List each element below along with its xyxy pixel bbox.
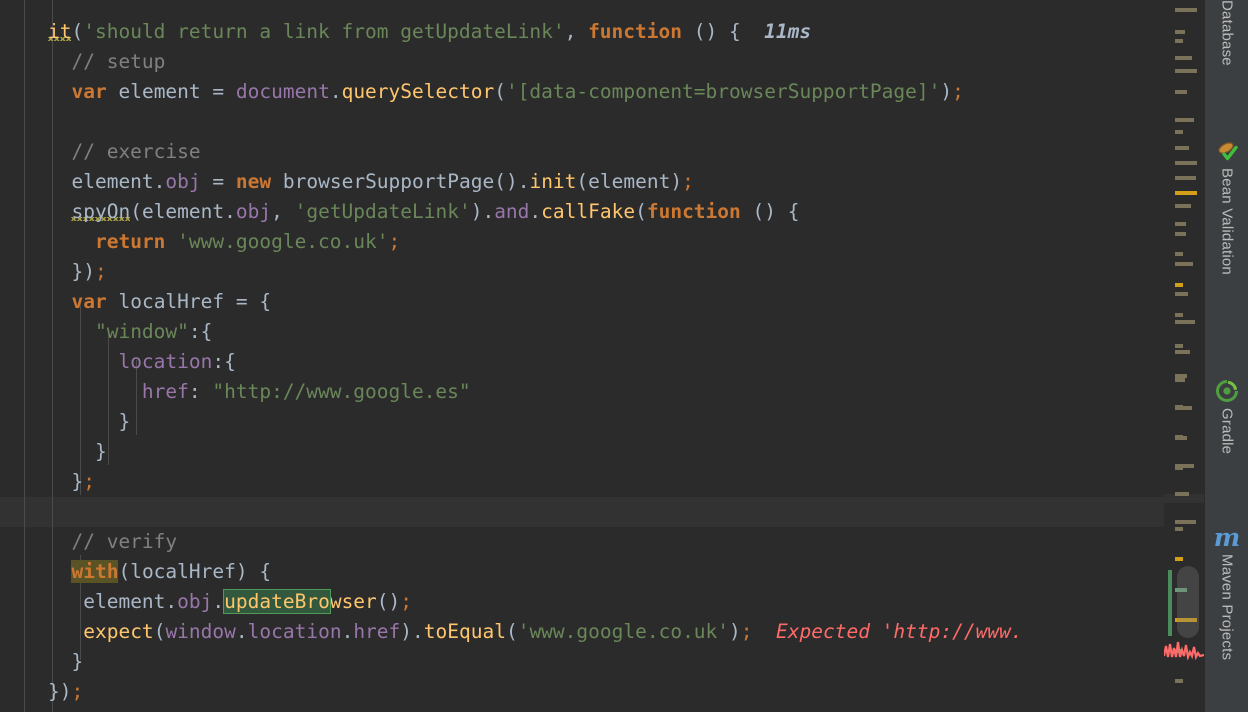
token-spyon: spyOn	[71, 200, 131, 223]
tool-window-tab-label: Gradle	[1218, 408, 1236, 455]
code-line[interactable]: }	[0, 407, 1164, 437]
minimap-line-marker	[1175, 320, 1195, 324]
minimap-line-marker	[1175, 436, 1187, 440]
minimap-line-marker	[1175, 176, 1196, 180]
code-line[interactable]: location:{	[0, 347, 1164, 377]
code-content[interactable]: it('should return a link from getUpdateL…	[0, 17, 1164, 707]
code-editor[interactable]: it('should return a link from getUpdateL…	[0, 0, 1164, 712]
code-line[interactable]: });	[0, 257, 1164, 287]
token-with-highlighted: with	[71, 560, 119, 583]
minimap-line-marker	[1175, 343, 1183, 348]
code-line[interactable]: with(localHref) {	[0, 557, 1164, 587]
minimap-line-marker	[1175, 520, 1196, 524]
minimap-vcs-change-bar	[1168, 570, 1172, 636]
minimap-line-marker	[1175, 90, 1187, 94]
tool-window-tab-label: Bean Validation	[1218, 168, 1236, 275]
code-line[interactable]	[0, 107, 1164, 137]
minimap-line-marker	[1175, 292, 1188, 296]
minimap-line-marker	[1175, 204, 1191, 208]
minimap-line-marker	[1175, 378, 1185, 382]
bean-validation-icon	[1214, 138, 1240, 164]
minimap-line-marker	[1175, 406, 1192, 410]
minimap-line-marker	[1175, 232, 1186, 236]
tool-window-tab-maven-projects[interactable]: m Maven Projects	[1205, 522, 1248, 661]
tool-window-tab-database[interactable]: Database	[1205, 0, 1248, 66]
minimap-line-marker	[1175, 38, 1183, 43]
tool-window-tab-label: Database	[1218, 0, 1236, 66]
code-line[interactable]: element.obj = new browserSupportPage().i…	[0, 167, 1164, 197]
minimap-line-marker	[1175, 492, 1189, 496]
minimap-line-marker	[1175, 262, 1193, 266]
code-line[interactable]: }	[0, 647, 1164, 677]
minimap-line-marker	[1175, 8, 1197, 12]
code-line[interactable]: it('should return a link from getUpdateL…	[0, 17, 1164, 47]
token-selected: updateBro	[223, 589, 331, 614]
code-line[interactable]: });	[0, 677, 1164, 707]
tool-window-tab-bean-validation[interactable]: Bean Validation	[1205, 138, 1248, 275]
minimap-line-marker	[1175, 526, 1183, 531]
inlay-duration: 11ms	[764, 20, 812, 43]
ide-window: it('should return a link from getUpdateL…	[0, 0, 1248, 712]
code-line[interactable]: var element = document.querySelector('[d…	[0, 77, 1164, 107]
tool-window-tab-gradle[interactable]: Gradle	[1205, 378, 1248, 454]
code-line[interactable]	[0, 497, 1164, 527]
minimap-line-marker	[1175, 221, 1186, 226]
code-line[interactable]: };	[0, 467, 1164, 497]
code-line[interactable]: // verify	[0, 527, 1164, 557]
code-line[interactable]: "window":{	[0, 317, 1164, 347]
token-it: it	[48, 20, 72, 43]
minimap-line-marker	[1175, 464, 1194, 468]
code-line[interactable]: element.obj.updateBrowser();	[0, 587, 1164, 617]
minimap-line-marker	[1175, 679, 1183, 683]
minimap-line-marker	[1175, 160, 1197, 165]
minimap-line-marker	[1175, 282, 1183, 287]
minimap-line-marker	[1175, 313, 1183, 317]
maven-icon: m	[1213, 522, 1241, 552]
editor-minimap-scrollbar[interactable]	[1164, 0, 1204, 712]
minimap-line-marker	[1175, 557, 1183, 561]
code-line[interactable]: expect(window.location.href).toEqual('ww…	[0, 617, 1164, 647]
minimap-line-marker	[1175, 130, 1183, 134]
minimap-line-marker	[1175, 191, 1197, 195]
code-line[interactable]: spyOn(element.obj, 'getUpdateLink').and.…	[0, 197, 1164, 227]
code-line[interactable]: // exercise	[0, 137, 1164, 167]
minimap-line-marker	[1175, 118, 1194, 122]
minimap-line-marker	[1175, 30, 1185, 34]
code-line[interactable]: return 'www.google.co.uk';	[0, 227, 1164, 257]
scrollbar-thumb[interactable]	[1177, 566, 1199, 638]
tool-window-tab-label: Maven Projects	[1218, 554, 1236, 661]
minimap-line-marker	[1175, 350, 1190, 354]
gradle-icon	[1214, 378, 1240, 404]
minimap-line-marker	[1175, 69, 1197, 73]
minimap-line-marker	[1175, 146, 1189, 150]
code-line[interactable]: var localHref = {	[0, 287, 1164, 317]
minimap-line-marker	[1175, 252, 1183, 256]
minimap-line-marker	[1175, 56, 1192, 60]
right-tool-window-bar[interactable]: Database Bean Validation Gradle m Maven Proj…	[1204, 0, 1248, 712]
code-line[interactable]: // setup	[0, 47, 1164, 77]
code-line[interactable]: href: "http://www.google.es"	[0, 377, 1164, 407]
minimap-error-wave-icon	[1164, 641, 1204, 660]
inlay-error-hint: Expected 'http://www.	[776, 620, 1023, 643]
code-line[interactable]: }	[0, 437, 1164, 467]
